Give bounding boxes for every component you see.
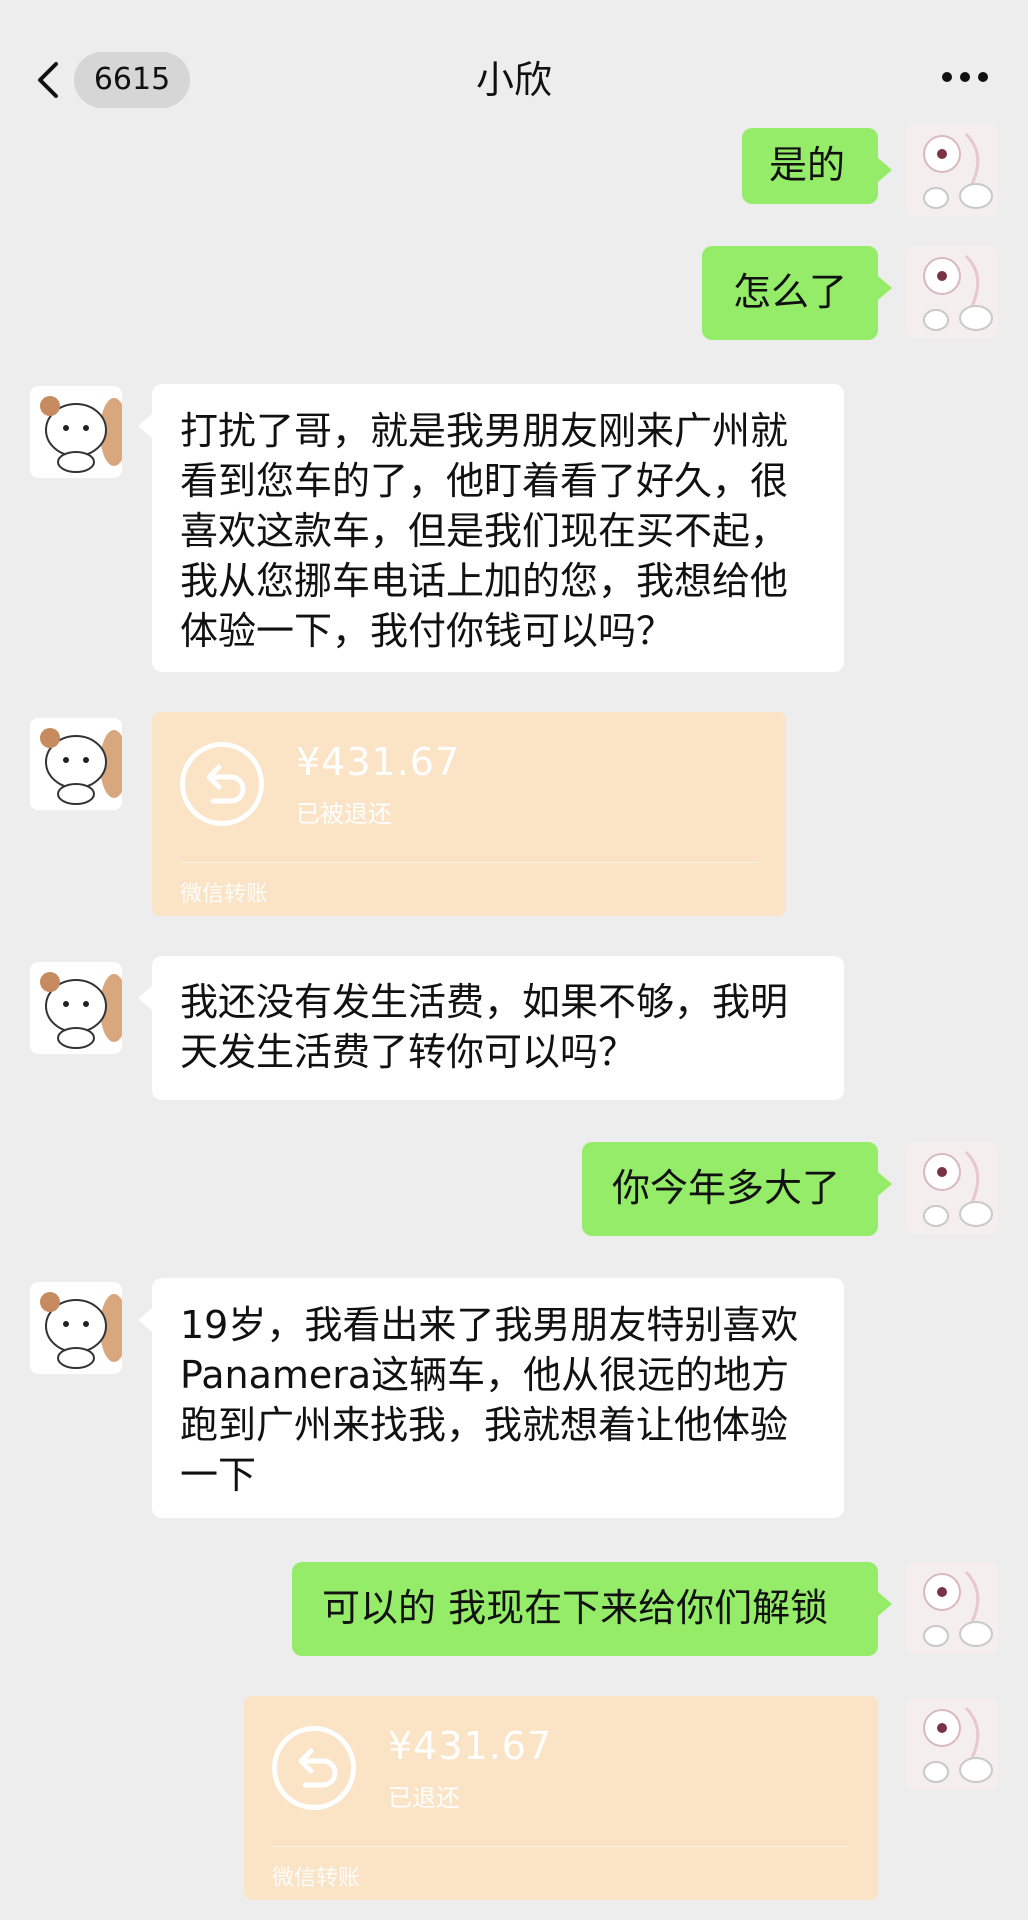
message-text: 你今年多大了: [612, 1166, 841, 1210]
message-bubble-sent[interactable]: 怎么了: [702, 246, 892, 340]
transfer-status: 已被退还: [296, 800, 392, 828]
contact-avatar[interactable]: [30, 386, 122, 478]
transfer-amount: ¥431.67: [388, 1724, 553, 1768]
message-text: 怎么了: [733, 270, 848, 314]
chat-title: 小欣: [475, 58, 552, 102]
transfer-footer: 微信转账: [272, 1866, 361, 1891]
message-bubble-received[interactable]: 19岁，我看出来了我男朋友特别喜欢 Panamera这辆车，他从很远的地方 跑到…: [138, 1278, 844, 1518]
message-text: 可以的 我现在下来给你们解锁: [322, 1586, 829, 1630]
message-line: Panamera这辆车，他从很远的地方: [180, 1353, 790, 1397]
divider: [272, 1846, 850, 1847]
contact-avatar[interactable]: [30, 962, 122, 1054]
my-avatar[interactable]: [906, 246, 998, 338]
my-avatar[interactable]: [906, 1698, 998, 1790]
contact-avatar[interactable]: [30, 718, 122, 810]
message-line: 我还没有发生活费，如果不够，我明: [180, 980, 789, 1024]
my-avatar[interactable]: [906, 1562, 998, 1654]
message-line: 天发生活费了转你可以吗？: [180, 1030, 637, 1074]
my-avatar[interactable]: [906, 1142, 998, 1234]
message-bubble-sent[interactable]: 是的: [742, 128, 892, 204]
title-bar: 6615 小欣: [0, 0, 1028, 120]
message-bubble-received[interactable]: 我还没有发生活费，如果不够，我明 天发生活费了转你可以吗？: [138, 956, 844, 1100]
message-bubble-sent[interactable]: 你今年多大了: [582, 1142, 892, 1236]
transfer-card-returned[interactable]: ¥431.67 已被退还 微信转账: [152, 712, 786, 916]
message-line: 看到您车的了，他盯着看了好久，很: [180, 459, 789, 503]
message-line: 我从您挪车电话上加的您，我想给他: [180, 559, 789, 603]
return-arrow-icon: [180, 742, 264, 826]
divider: [180, 862, 758, 863]
message-line: 打扰了哥，就是我男朋友刚来广州就: [180, 409, 789, 453]
contact-avatar[interactable]: [30, 1282, 122, 1374]
message-text: 是的: [769, 143, 846, 187]
transfer-status: 已退还: [388, 1784, 460, 1812]
message-line: 一下: [180, 1453, 257, 1497]
return-arrow-icon: [272, 1726, 356, 1810]
my-avatar[interactable]: [906, 124, 998, 216]
message-line: 体验一下，我付你钱可以吗？: [180, 609, 675, 653]
more-icon[interactable]: [942, 72, 988, 86]
message-line: 喜欢这款车，但是我们现在买不起，: [180, 509, 789, 553]
message-line: 19岁，我看出来了我男朋友特别喜欢: [180, 1303, 799, 1347]
transfer-card-returned[interactable]: ¥431.67 已退还 微信转账: [244, 1696, 878, 1900]
transfer-amount: ¥431.67: [296, 740, 461, 784]
message-bubble-received[interactable]: 打扰了哥，就是我男朋友刚来广州就 看到您车的了，他盯着看了好久，很 喜欢这款车，…: [138, 384, 844, 672]
transfer-footer: 微信转账: [180, 882, 269, 907]
message-line: 跑到广州来找我，我就想着让他体验: [180, 1403, 789, 1447]
message-bubble-sent[interactable]: 可以的 我现在下来给你们解锁: [292, 1562, 892, 1656]
